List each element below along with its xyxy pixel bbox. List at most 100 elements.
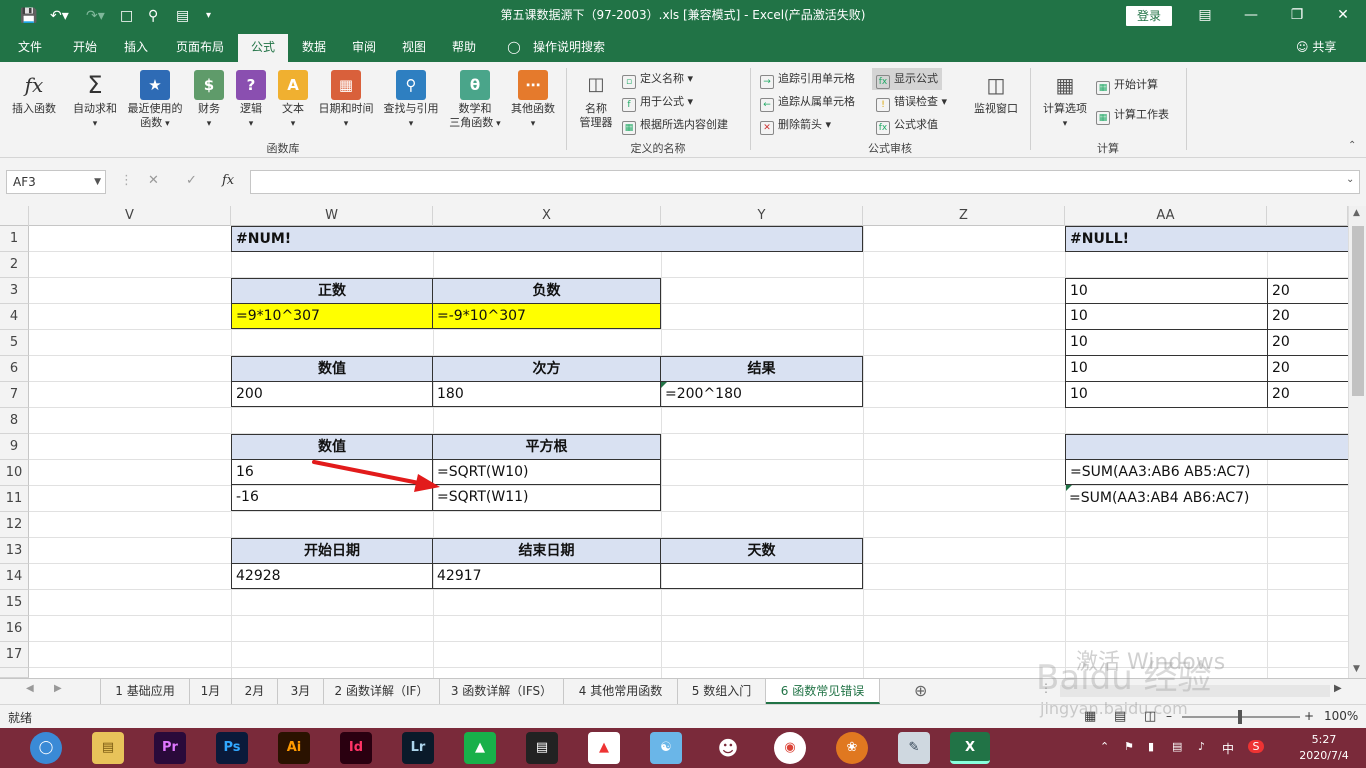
row-header[interactable]: 5 — [0, 330, 29, 356]
row-header[interactable]: 10 — [0, 460, 29, 486]
scroll-down-icon[interactable]: ▼ — [1353, 664, 1360, 674]
tray-flag-icon[interactable]: ⚑ — [1124, 740, 1134, 753]
show-formulas-button[interactable]: fx 显示公式 — [872, 68, 942, 90]
row-header[interactable]: 9 — [0, 434, 29, 460]
start-search-icon[interactable]: ◯ — [30, 732, 62, 764]
define-name-button[interactable]: ▫ 定义名称 ▾ — [622, 70, 693, 89]
cell-x13[interactable]: 结束日期 — [432, 538, 661, 564]
column-header-aa[interactable]: AA — [1065, 206, 1267, 226]
row-header[interactable]: 6 — [0, 356, 29, 382]
restore-icon[interactable]: ❐ — [1282, 4, 1312, 26]
minimize-icon[interactable]: — — [1236, 4, 1266, 26]
trace-dependents-button[interactable]: ← 追踪从属单元格 — [760, 93, 855, 112]
calculate-sheet-button[interactable]: ▦ 计算工作表 — [1096, 106, 1169, 125]
enter-icon[interactable]: ✓ — [186, 173, 197, 188]
remove-arrows-button[interactable]: ✕ 删除箭头 ▾ — [760, 116, 831, 135]
sheet-tab[interactable]: 2月 — [232, 679, 278, 704]
battery-icon[interactable]: ▮ — [1148, 740, 1154, 753]
scroll-right-icon[interactable]: ▶ — [1334, 683, 1342, 694]
video-app-icon[interactable]: ▤ — [526, 732, 558, 764]
ime-s-icon[interactable]: S — [1248, 740, 1264, 753]
row-header[interactable]: 16 — [0, 616, 29, 642]
worksheet-grid[interactable]: V W X Y Z AA 1 2 3 4 5 6 7 8 9 10 11 12 … — [0, 206, 1348, 678]
cell-x11[interactable]: =SQRT(W11) — [432, 484, 661, 511]
text-button[interactable]: A 文本 ▾ — [274, 70, 312, 131]
taskbar-clock[interactable]: 5:27 2020/7/4 — [1294, 732, 1354, 764]
lightroom-icon[interactable]: Lr — [402, 732, 434, 764]
page-layout-view-icon[interactable]: ▤ — [1114, 709, 1126, 724]
cell-y14[interactable] — [660, 563, 863, 589]
horizontal-scrollbar[interactable] — [1060, 685, 1330, 697]
column-header-y[interactable]: Y — [661, 206, 863, 226]
row-header[interactable]: 14 — [0, 564, 29, 590]
logical-button[interactable]: ? 逻辑 ▾ — [232, 70, 270, 131]
row-header[interactable]: 12 — [0, 512, 29, 538]
cell-x7[interactable]: 180 — [432, 381, 661, 407]
row-header[interactable]: 4 — [0, 304, 29, 330]
add-sheet-icon[interactable]: ⊕ — [914, 681, 927, 700]
column-header-ab[interactable] — [1267, 206, 1348, 226]
sheet-tab[interactable]: 3月 — [278, 679, 324, 704]
cell-w14[interactable]: 42928 — [231, 563, 433, 589]
calculate-now-button[interactable]: ▦ 开始计算 — [1096, 76, 1158, 95]
zoom-in-icon[interactable]: + — [1304, 709, 1314, 723]
share-button[interactable]: ☺ 共享 — [1296, 32, 1336, 62]
row-header[interactable]: 13 — [0, 538, 29, 564]
row-header[interactable]: 8 — [0, 408, 29, 434]
premiere-icon[interactable]: Pr — [154, 732, 186, 764]
cell-w6[interactable]: 数值 — [231, 356, 433, 382]
insert-function-button[interactable]: fx 插入函数 — [6, 70, 62, 116]
sheet-tab[interactable]: 1月 — [190, 679, 232, 704]
excel-taskbar-icon[interactable]: X — [950, 732, 990, 764]
cell-y6[interactable]: 结果 — [660, 356, 863, 382]
cell-ab5[interactable]: 20 — [1267, 329, 1348, 356]
cell-aa11[interactable]: =SUM(AA3:AB4 AB6:AC7) — [1065, 486, 1348, 512]
cell-x3[interactable]: 负数 — [432, 278, 661, 304]
name-box-dropdown-icon[interactable]: ▼ — [94, 171, 101, 193]
expand-formula-bar-icon[interactable]: ⌄ — [1346, 174, 1354, 185]
ribbon-display-icon[interactable]: ▤ — [1190, 4, 1220, 26]
cell-x14[interactable]: 42917 — [432, 563, 661, 589]
bird-app-icon[interactable]: ☯ — [650, 732, 682, 764]
tab-file[interactable]: 文件 — [4, 32, 56, 62]
column-header-w[interactable]: W — [231, 206, 433, 226]
cell-w1[interactable]: #NUM! — [231, 226, 863, 252]
file-explorer-icon[interactable]: ▤ — [92, 732, 124, 764]
zoom-level[interactable]: 100% — [1324, 709, 1358, 723]
sheet-tab[interactable]: 2 函数详解（IF） — [324, 679, 440, 704]
tab-help[interactable]: 帮助 — [442, 32, 486, 62]
trace-precedents-button[interactable]: → 追踪引用单元格 — [760, 70, 855, 89]
cell-ab3[interactable]: 20 — [1267, 278, 1348, 304]
normal-view-icon[interactable]: ▦ — [1084, 709, 1096, 724]
row-header[interactable]: 7 — [0, 382, 29, 408]
tab-insert[interactable]: 插入 — [112, 32, 160, 62]
chrome-icon[interactable]: ◉ — [774, 732, 806, 764]
select-all-corner[interactable] — [0, 206, 29, 226]
next-sheet-icon[interactable]: ▶ — [54, 683, 62, 694]
cell-aa10[interactable]: =SUM(AA3:AB6 AB5:AC7) — [1065, 459, 1348, 485]
sheet-tab[interactable]: 5 数组入门 — [678, 679, 766, 704]
cell-x4[interactable]: =-9*10^307 — [432, 303, 661, 329]
recent-functions-button[interactable]: ★ 最近使用的 函数 ▾ — [124, 70, 186, 131]
math-trig-button[interactable]: θ 数学和 三角函数 ▾ — [446, 70, 504, 131]
collapse-ribbon-icon[interactable]: ⌃ — [1348, 140, 1356, 151]
photoshop-icon[interactable]: Ps — [216, 732, 248, 764]
lookup-button[interactable]: ⚲ 查找与引用 ▾ — [380, 70, 442, 131]
tab-view[interactable]: 视图 — [392, 32, 436, 62]
datetime-button[interactable]: ▦ 日期和时间 ▾ — [314, 70, 378, 131]
cell-w4[interactable]: =9*10^307 — [231, 303, 433, 329]
login-button[interactable]: 登录 — [1126, 6, 1172, 26]
column-header-v[interactable]: V — [29, 206, 231, 226]
error-checking-button[interactable]: ! 错误检查 ▾ — [876, 93, 947, 112]
vertical-scrollbar[interactable]: ▲ ▼ — [1348, 206, 1366, 678]
network-icon[interactable]: ▤ — [1172, 740, 1182, 753]
cell-x6[interactable]: 次方 — [432, 356, 661, 382]
browser-icon[interactable]: ❀ — [836, 732, 868, 764]
page-break-view-icon[interactable]: ◫ — [1144, 709, 1156, 724]
tab-page-layout[interactable]: 页面布局 — [166, 32, 234, 62]
column-header-z[interactable]: Z — [863, 206, 1065, 226]
row-header[interactable]: 1 — [0, 226, 29, 252]
cell-ab7[interactable]: 20 — [1267, 381, 1348, 408]
cell-aa4[interactable]: 10 — [1065, 303, 1268, 330]
volume-icon[interactable]: ♪ — [1198, 740, 1205, 753]
